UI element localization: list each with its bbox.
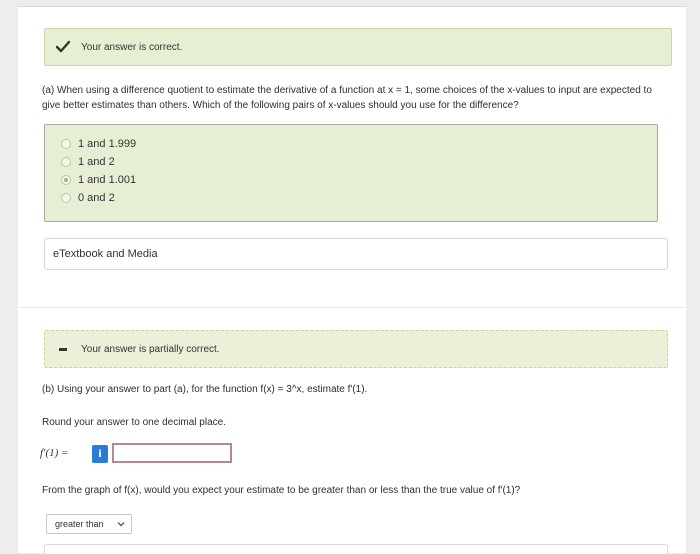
graph-question-text: From the graph of f(x), would you expect… [42,485,521,496]
feedback-text: Your answer is correct. [81,41,183,53]
partial-feedback-banner: Your answer is partially correct. [44,330,668,368]
chevron-down-icon [117,522,125,527]
info-button[interactable]: i [92,445,108,463]
radio-button[interactable] [61,157,71,167]
option-label: 0 and 2 [78,192,115,204]
option-label: 1 and 2 [78,156,115,168]
radio-button-selected[interactable] [61,175,71,185]
etextbook-label: eTextbook and Media [53,248,158,260]
greater-less-select[interactable]: greater than [46,514,132,534]
option-label: 1 and 1.999 [78,138,137,150]
fprime-label: f′(1) = [40,447,69,459]
radio-button[interactable] [61,139,71,149]
round-instruction: Round your answer to one decimal place. [42,417,226,428]
answer-input[interactable] [112,443,232,463]
option-1-and-1001[interactable]: 1 and 1.001 [61,171,657,189]
option-label: 1 and 1.001 [78,174,137,186]
radio-button[interactable] [61,193,71,203]
option-1-and-2[interactable]: 1 and 2 [61,153,657,171]
question-b-text: (b) Using your answer to part (a), for t… [42,384,368,395]
feedback-text: Your answer is partially correct. [81,343,220,355]
partial-dash-icon [59,347,67,351]
option-0-and-2[interactable]: 0 and 2 [61,189,657,207]
checkmark-icon [55,40,71,53]
etextbook-media-link[interactable]: eTextbook and Media [44,238,668,270]
correct-feedback-banner: Your answer is correct. [44,28,672,66]
answer-options: 1 and 1.999 1 and 2 1 and 1.001 0 and 2 [44,124,658,222]
question-a-text: (a) When using a difference quotient to … [42,85,652,111]
option-1-and-1999[interactable]: 1 and 1.999 [61,135,657,153]
select-value: greater than [55,519,104,529]
